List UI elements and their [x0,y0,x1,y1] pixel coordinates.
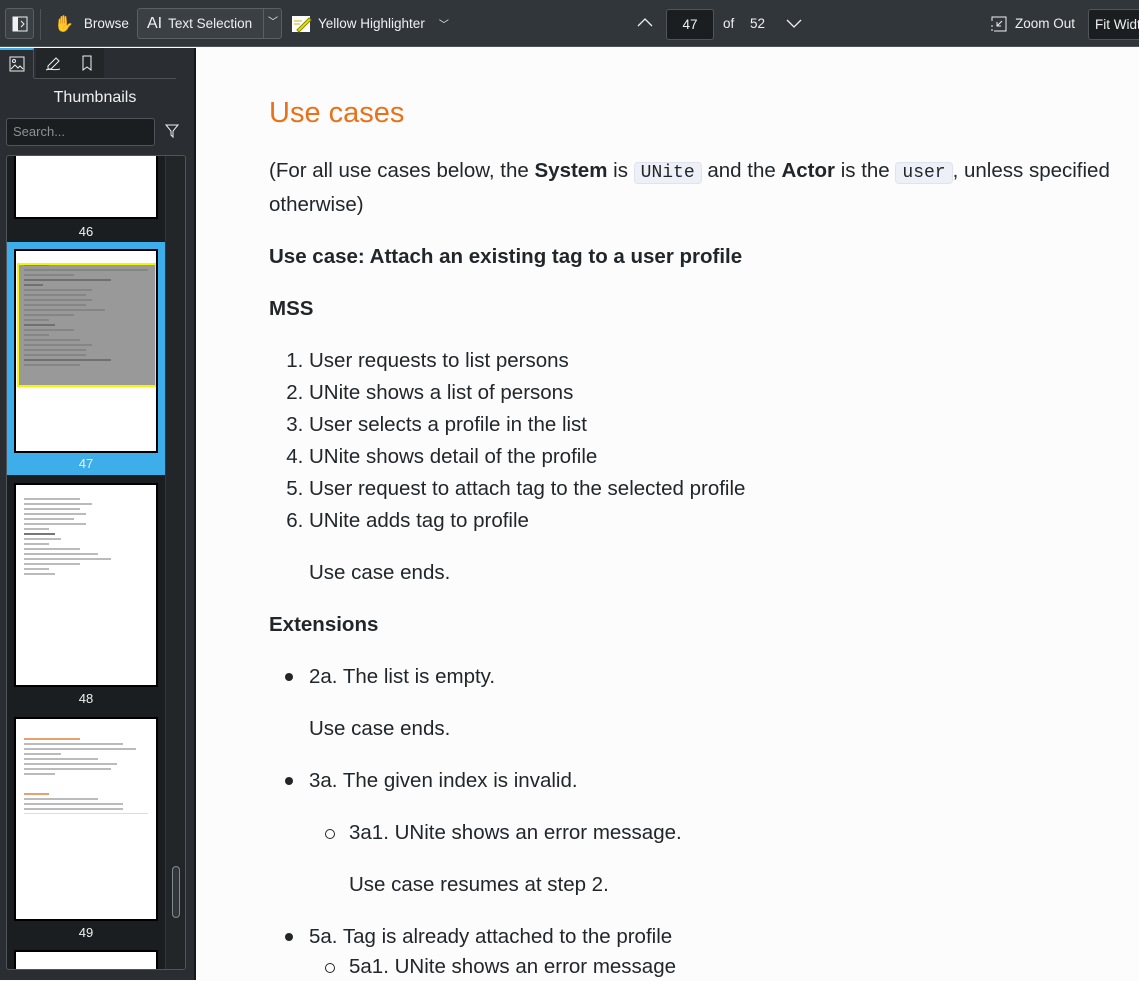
list-item: 5a1. UNite shows an error message [325,953,1129,981]
extensions-heading: Extensions [269,613,379,636]
panel-title: Thumbnails [53,89,137,106]
list-item: User requests to list persons [309,345,1129,377]
page-preview [14,483,158,687]
list-item: 2a. The list is empty. [285,661,1129,693]
list-item: User request to attach tag to the select… [309,473,1129,505]
page-total: 52 [750,16,766,31]
page-number: 46 [78,224,94,239]
viewport-highlight [17,263,156,387]
page-number: 48 [78,691,94,706]
browse-label: Browse [83,16,129,31]
text: is [607,159,634,182]
thumbnail-50[interactable] [7,944,165,969]
thumbnail-49[interactable]: 49 [7,710,165,943]
browse-button[interactable]: ✋ Browse [54,8,129,39]
bookmark-icon [82,55,92,71]
text: and the [701,159,782,182]
text-selection-label: Text Selection [168,16,253,31]
page-preview [14,249,158,453]
extensions-list: 2a. The list is empty. Use case ends. 3a… [269,661,1129,981]
thumbnail-47[interactable]: 47 [7,242,165,475]
page-preview [14,156,158,219]
zoom-mode-select[interactable]: Fit Width [1088,9,1139,40]
scrollbar-handle[interactable] [172,866,180,918]
list-item: 3a1. UNite shows an error message. [325,817,1129,849]
image-icon [9,56,24,72]
zoom-out-button[interactable]: Zoom Out [991,8,1075,39]
tab-bookmarks[interactable] [70,48,104,78]
document-view: Use cases (For all use cases below, the … [198,48,1139,980]
list-item: UNite shows detail of the profile [309,441,1129,473]
list-item: User selects a profile in the list [309,409,1129,441]
hand-icon: ✋ [54,15,74,33]
list-item: UNite shows a list of persons [309,377,1129,409]
toggle-sidebar-button[interactable] [5,8,34,39]
text: , unless specified [952,159,1110,182]
filter-icon[interactable] [165,124,179,138]
list-item-text: Use case resumes at step 2. [349,873,609,896]
list-item: 5a. Tag is already attached to the profi… [285,921,1129,953]
use-case-title: Use case: Attach an existing tag to a us… [269,245,743,268]
page-number-input[interactable]: 47 [666,9,714,40]
text-bold: Actor [781,159,835,182]
text-bold: System [534,159,608,182]
thumbnail-46[interactable]: 46 [7,156,165,242]
text-selection-button[interactable]: AI Text Selection ﹀ [137,8,282,39]
thumbnail-search-input[interactable]: Search... [6,118,155,146]
mss-heading: MSS [269,297,314,320]
previous-page-icon[interactable] [637,17,653,27]
page-content: Use cases (For all use cases below, the … [269,95,1129,981]
page-number: 49 [78,925,94,940]
text: (For all use cases below, the [269,159,535,182]
highlighter-label: Yellow Highlighter [318,16,425,31]
zoom-out-label: Zoom Out [1015,16,1076,31]
thumbnail-48[interactable]: 48 [7,476,165,709]
page-number: 47 [78,456,94,471]
sidebar-toggle-icon [12,16,27,31]
divider [40,9,41,40]
divider [34,78,176,79]
page-preview [14,717,158,921]
text: otherwise) [269,193,364,216]
toolbar: ✋ Browse AI Text Selection ﹀ Yellow High… [0,0,1139,47]
mss-steps: User requests to list persons UNite show… [269,345,1129,537]
inline-code: user [895,162,953,184]
of-label: of [723,16,735,31]
chevron-down-icon[interactable]: ﹀ [439,16,449,31]
highlighter-button[interactable]: Yellow Highlighter ﹀ [292,8,449,39]
pen-icon [45,57,61,71]
text-cursor-icon: AI [147,14,163,32]
section-heading: Use cases [269,97,405,129]
zoom-out-icon [991,16,1007,31]
inline-code: UNite [633,162,702,184]
scrollbar[interactable] [165,156,185,969]
tab-annotations[interactable] [36,48,70,78]
intro-paragraph: (For all use cases below, the System is … [269,155,1129,221]
chevron-down-icon[interactable]: ﹀ [263,9,282,38]
highlighter-icon [292,15,312,33]
page-preview [14,950,158,969]
text: is the [835,159,896,182]
use-case-ends: Use case ends. [309,561,451,584]
list-item-text: Use case ends. [309,717,451,740]
next-page-icon[interactable] [786,19,802,29]
list-item: 3a. The given index is invalid. [285,765,1129,797]
list-item: UNite adds tag to profile [309,505,1129,537]
tab-thumbnails[interactable] [0,48,34,78]
thumbnail-list: 46 47 48 49 [6,155,186,970]
sidebar: Thumbnails Search... 46 47 48 49 [0,48,196,980]
